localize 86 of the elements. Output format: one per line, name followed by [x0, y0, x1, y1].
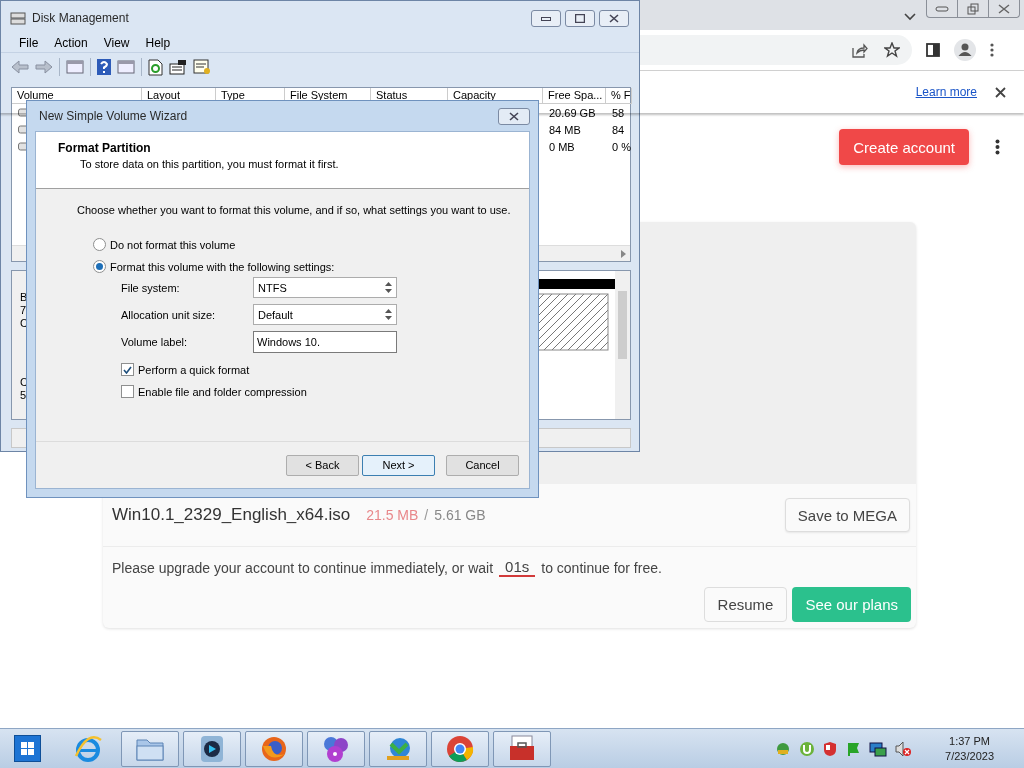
share-icon[interactable]: [852, 42, 868, 58]
page-subheading: To store data on this partition, you must format it first.: [79, 158, 340, 170]
checkmark-icon: [123, 365, 132, 374]
more-menu-icon[interactable]: [995, 139, 1000, 155]
checkbox[interactable]: Enable file and folder compression: [121, 385, 529, 398]
menu-item[interactable]: Help: [137, 34, 179, 52]
refresh-icon[interactable]: [148, 58, 163, 76]
field-label: Volume label:: [121, 336, 189, 348]
close-icon[interactable]: [995, 86, 1006, 98]
resume-button[interactable]: Resume: [703, 587, 788, 622]
partition-hatch: [537, 293, 609, 351]
more-menu-icon[interactable]: [990, 43, 994, 57]
shield-icon[interactable]: [823, 740, 838, 757]
menu-item[interactable]: File: [11, 34, 47, 52]
minimize-button[interactable]: [531, 10, 561, 27]
table-cell-text: 84: [611, 123, 626, 136]
scrollbar-thumb[interactable]: [618, 291, 627, 359]
media-player-icon: [199, 733, 225, 764]
next-button[interactable]: Next >: [362, 454, 435, 476]
total-size: 5.61 GB: [434, 507, 486, 523]
help-icon[interactable]: [97, 59, 111, 75]
torrent-icon[interactable]: [799, 740, 816, 757]
menu-item[interactable]: Action: [46, 34, 96, 52]
downloaded-size: 21.5 MB: [366, 507, 419, 523]
chrome-icon: [445, 733, 475, 764]
close-icon[interactable]: [609, 14, 619, 23]
table-cell-text: 58: [611, 106, 626, 119]
taskbar-button[interactable]: [183, 730, 241, 767]
field-label: Allocation unit size:: [121, 308, 217, 321]
column-header[interactable]: % F: [606, 88, 632, 104]
radio-option[interactable]: Format this volume with the following settings:: [93, 260, 529, 273]
radio-option[interactable]: Do not format this volume: [93, 238, 529, 251]
back-button[interactable]: < Back: [286, 454, 359, 476]
globe-e-icon: [73, 733, 103, 764]
dropdown[interactable]: NTFS: [253, 277, 397, 298]
table-cell-text: 20.69 GB: [548, 106, 597, 119]
disk-label: B: [20, 291, 29, 304]
menu-item[interactable]: View: [95, 34, 138, 52]
spin-arrows-icon: [385, 282, 392, 293]
countdown-timer: 01s: [499, 558, 536, 577]
drive-icon: [10, 10, 26, 25]
instruction-text: Choose whether you want to format this volume, and if so, what settings you want to use.: [76, 203, 512, 216]
upgrade-message: to continue for free.: [541, 559, 662, 576]
close-button[interactable]: [599, 10, 629, 27]
checkbox[interactable]: Perform a quick format: [121, 363, 529, 376]
restore-icon[interactable]: [967, 2, 979, 15]
properties-icon[interactable]: [169, 59, 187, 75]
dropdown[interactable]: Default: [253, 304, 397, 325]
chevron-down-icon[interactable]: [904, 13, 916, 21]
star-icon[interactable]: [884, 42, 900, 58]
profile-avatar[interactable]: [954, 39, 976, 61]
muted-speaker-icon[interactable]: [895, 740, 912, 757]
page-heading: Format Partition: [58, 141, 152, 155]
create-account-button[interactable]: Create account: [839, 129, 969, 165]
windows-icon: [21, 742, 34, 755]
table-cell-text: 84 MB: [548, 123, 582, 136]
column-header[interactable]: Free Spa...: [543, 88, 606, 104]
disk-label: 7: [20, 304, 28, 317]
minimize-icon[interactable]: [541, 16, 551, 21]
window-title: Disk Management: [32, 10, 129, 25]
side-panel-icon[interactable]: [926, 43, 940, 57]
network-icon[interactable]: [869, 740, 888, 757]
clock-time: 1:37 PM: [949, 735, 990, 747]
taskbar-button[interactable]: [493, 730, 551, 767]
learn-more-link[interactable]: Learn more: [915, 85, 977, 99]
spin-arrows-icon: [385, 309, 392, 320]
maximize-icon[interactable]: [575, 14, 585, 23]
upgrade-message: Please upgrade your account to continue immediately, or wait: [112, 559, 494, 576]
maximize-button[interactable]: [565, 10, 595, 27]
input-field[interactable]: Windows 10.: [253, 331, 397, 353]
close-button[interactable]: [498, 107, 530, 125]
close-icon[interactable]: [509, 111, 519, 121]
save-to-mega-button[interactable]: Save to MEGA: [784, 498, 910, 532]
settings-icon[interactable]: [193, 59, 211, 75]
field-label: File system:: [121, 281, 181, 294]
close-icon[interactable]: [998, 3, 1010, 14]
table-cell-text: 0 MB: [548, 140, 576, 153]
dialog-title: New Simple Volume Wizard: [39, 109, 188, 123]
start-button[interactable]: [14, 735, 41, 762]
clock-date: 7/23/2023: [945, 750, 994, 762]
cancel-button[interactable]: Cancel: [446, 454, 519, 476]
scroll-right-icon[interactable]: [621, 249, 626, 258]
file-name: Win10.1_2329_English_x64.iso: [112, 505, 351, 525]
table-cell-text: 0 %: [611, 140, 632, 153]
size-separator: /: [424, 507, 429, 523]
disk-label: 5: [20, 389, 28, 402]
